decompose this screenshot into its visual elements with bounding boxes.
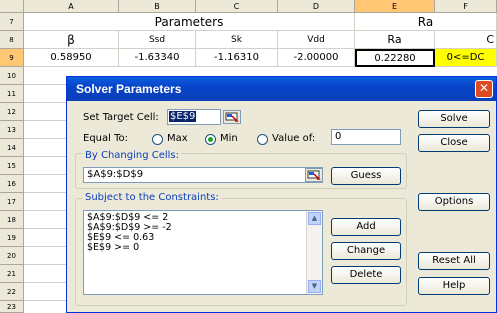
dialog-title: Solver Parameters xyxy=(76,82,182,96)
parameters-header-cell[interactable]: Parameters xyxy=(24,13,355,31)
column-header-e[interactable]: E xyxy=(355,0,435,13)
reset-all-button[interactable]: Reset All xyxy=(418,252,490,270)
cell-d9[interactable]: -2.00000 xyxy=(278,49,355,67)
row-header-23[interactable]: 23 xyxy=(0,301,24,313)
value-of-input[interactable]: 0 xyxy=(331,129,401,145)
set-target-cell-label: Set Target Cell: xyxy=(83,112,159,123)
help-button[interactable]: Help xyxy=(418,277,490,295)
cell-f8[interactable]: C xyxy=(435,31,497,49)
solve-button[interactable]: Solve xyxy=(418,110,490,128)
column-header-c[interactable]: C xyxy=(196,0,278,13)
cell-f9[interactable]: 0<=DC xyxy=(435,49,497,67)
row-header-20[interactable]: 20 xyxy=(0,247,24,265)
cell-d8[interactable]: Vdd xyxy=(278,31,355,49)
row-header-17[interactable]: 17 xyxy=(0,193,24,211)
equal-to-label: Equal To: xyxy=(83,133,128,144)
column-header-f[interactable]: F xyxy=(435,0,497,13)
row-header-21[interactable]: 21 xyxy=(0,265,24,283)
collapse-dialog-icon xyxy=(307,170,321,180)
row-header-16[interactable]: 16 xyxy=(0,175,24,193)
constraint-item[interactable]: $E$9 >= 0 xyxy=(87,243,322,253)
row-header-22[interactable]: 22 xyxy=(0,283,24,301)
change-button[interactable]: Change xyxy=(331,242,401,260)
row-header-14[interactable]: 14 xyxy=(0,139,24,157)
target-cell-collapse-button[interactable] xyxy=(223,110,241,124)
row-header-18[interactable]: 18 xyxy=(0,211,24,229)
options-button[interactable]: Options xyxy=(418,193,490,211)
guess-button[interactable]: Guess xyxy=(331,167,401,185)
constraints-listbox[interactable]: $A$9:$D$9 <= 2 $A$9:$D$9 >= -2 $E$9 <= 0… xyxy=(83,210,323,295)
row-header-12[interactable]: 12 xyxy=(0,103,24,121)
constraints-scrollbar[interactable]: ▲ ▼ xyxy=(306,211,322,294)
row-header-10[interactable]: 10 xyxy=(0,67,24,85)
delete-button[interactable]: Delete xyxy=(331,266,401,284)
max-radio-label[interactable]: Max xyxy=(167,133,188,144)
constraints-label: Subject to the Constraints: xyxy=(83,192,221,203)
cell-c8[interactable]: Sk xyxy=(196,31,278,49)
close-button[interactable]: Close xyxy=(418,134,490,152)
by-changing-cells-label: By Changing Cells: xyxy=(83,150,182,161)
changing-cells-input[interactable]: $A$9:$D$9 xyxy=(83,167,323,183)
max-radio[interactable] xyxy=(152,134,163,145)
value-of-label[interactable]: Value of: xyxy=(272,133,315,144)
value-of-radio[interactable] xyxy=(257,134,268,145)
row-header-8[interactable]: 8 xyxy=(0,31,24,49)
cell-e9-active[interactable]: 0.22280 xyxy=(355,49,435,67)
select-all-corner[interactable] xyxy=(0,0,24,13)
column-header-b[interactable]: B xyxy=(119,0,196,13)
scroll-up-icon[interactable]: ▲ xyxy=(308,212,321,225)
cell-c9[interactable]: -1.16310 xyxy=(196,49,278,67)
column-header-d[interactable]: D xyxy=(278,0,355,13)
collapse-dialog-icon xyxy=(225,112,239,122)
cell-a9[interactable]: 0.58950 xyxy=(24,49,119,67)
min-radio-label[interactable]: Min xyxy=(220,133,238,144)
scroll-down-icon[interactable]: ▼ xyxy=(308,280,321,293)
column-header-a[interactable]: A xyxy=(24,0,119,13)
row-header-9[interactable]: 9 xyxy=(0,49,24,67)
target-cell-input[interactable]: $E$9 xyxy=(167,109,221,125)
cell-b8[interactable]: Ssd xyxy=(119,31,196,49)
row-header-11[interactable]: 11 xyxy=(0,85,24,103)
ra-header-cell[interactable]: Ra xyxy=(355,13,497,31)
row-header-7[interactable]: 7 xyxy=(0,13,24,31)
row-header-13[interactable]: 13 xyxy=(0,121,24,139)
cell-a8[interactable]: β xyxy=(24,31,119,49)
row-header-15[interactable]: 15 xyxy=(0,157,24,175)
min-radio[interactable] xyxy=(205,134,216,145)
row-header-19[interactable]: 19 xyxy=(0,229,24,247)
cell-e8[interactable]: Ra xyxy=(355,31,435,49)
changing-cells-collapse-button[interactable] xyxy=(305,168,323,182)
close-icon[interactable]: ✕ xyxy=(475,80,493,98)
dialog-titlebar[interactable]: Solver Parameters ✕ xyxy=(67,77,496,101)
cell-b9[interactable]: -1.63340 xyxy=(119,49,196,67)
solver-parameters-dialog: Solver Parameters ✕ Set Target Cell: $E$… xyxy=(66,76,497,313)
add-button[interactable]: Add xyxy=(331,218,401,236)
target-cell-value: $E$9 xyxy=(169,111,197,122)
